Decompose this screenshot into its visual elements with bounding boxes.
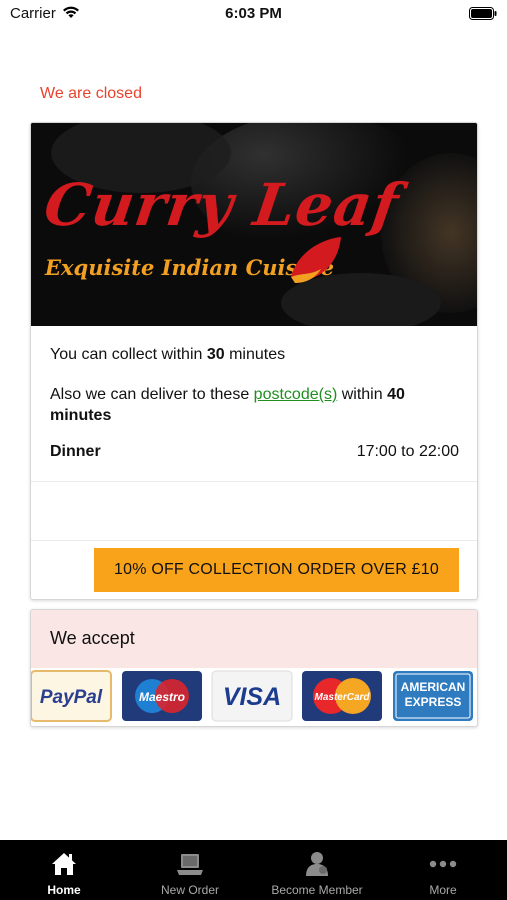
mastercard-logo: MasterCard <box>301 670 383 722</box>
more-dots-icon <box>429 860 457 868</box>
divider <box>31 481 477 482</box>
collect-time-line: You can collect within 30 minutes <box>50 346 285 364</box>
battery-icon <box>469 7 497 20</box>
tab-more-label: More <box>429 883 457 897</box>
payment-methods-header: We accept <box>31 610 477 668</box>
deliver-suffix: minutes <box>50 407 112 424</box>
deliver-prefix: Also we can deliver to these <box>50 386 254 403</box>
opening-hours-row: Dinner 17:00 to 22:00 <box>50 443 459 461</box>
collection-offer-button[interactable]: 10% OFF COLLECTION ORDER OVER £10 <box>94 548 459 592</box>
tab-new-order[interactable]: New Order <box>127 840 253 900</box>
hours-value: 17:00 to 22:00 <box>356 443 459 460</box>
status-time: 6:03 PM <box>225 5 282 22</box>
paypal-text: PayPal <box>40 687 103 708</box>
tab-become-member-label: Become Member <box>271 883 363 897</box>
status-bar: Carrier 6:03 PM <box>0 0 507 30</box>
amex-text: AMERICAN EXPRESS <box>400 680 466 709</box>
bottom-tab-bar: Home New Order Become Member More <box>0 840 507 900</box>
amex-logo: AMERICAN EXPRESS <box>392 670 474 722</box>
leaf-logo-icon <box>291 237 341 283</box>
paypal-logo: PayPal <box>31 670 112 722</box>
tab-more[interactable]: More <box>380 840 506 900</box>
collect-prefix: You can collect within <box>50 346 207 363</box>
restaurant-name: Curry Leaf <box>40 171 404 239</box>
user-icon <box>306 852 328 876</box>
collect-minutes: 30 <box>206 346 225 363</box>
divider <box>31 540 477 541</box>
home-icon <box>52 853 76 875</box>
restaurant-banner: Curry Leaf Exquisite Indian Cuisine <box>31 123 477 326</box>
collect-suffix: minutes <box>224 346 286 363</box>
visa-logo: VISA <box>211 670 293 722</box>
restaurant-info-card: Curry Leaf Exquisite Indian Cuisine You … <box>30 122 478 600</box>
hours-label: Dinner <box>50 443 101 460</box>
visa-text: VISA <box>223 683 281 711</box>
payment-methods-title: We accept <box>50 628 135 648</box>
payment-methods-card: We accept PayPal Maestro VISA MasterCard… <box>30 609 478 727</box>
delivery-time-line: Also we can deliver to these postcode(s)… <box>50 384 470 426</box>
postcode-link[interactable]: postcode(s) <box>254 386 338 403</box>
tab-become-member[interactable]: Become Member <box>254 840 380 900</box>
maestro-logo: Maestro <box>121 670 203 722</box>
payment-logos: PayPal Maestro VISA MasterCard AMERICAN … <box>31 670 477 724</box>
mastercard-text: MasterCard <box>314 692 370 703</box>
tab-home-label: Home <box>47 883 81 897</box>
laptop-icon <box>177 854 203 875</box>
deliver-middle: within <box>337 386 388 403</box>
closed-notice: We are closed <box>40 85 142 102</box>
tab-new-order-label: New Order <box>160 883 219 897</box>
deliver-minutes: 40 <box>387 386 405 403</box>
tab-home[interactable]: Home <box>1 840 127 900</box>
maestro-text: Maestro <box>139 690 185 704</box>
